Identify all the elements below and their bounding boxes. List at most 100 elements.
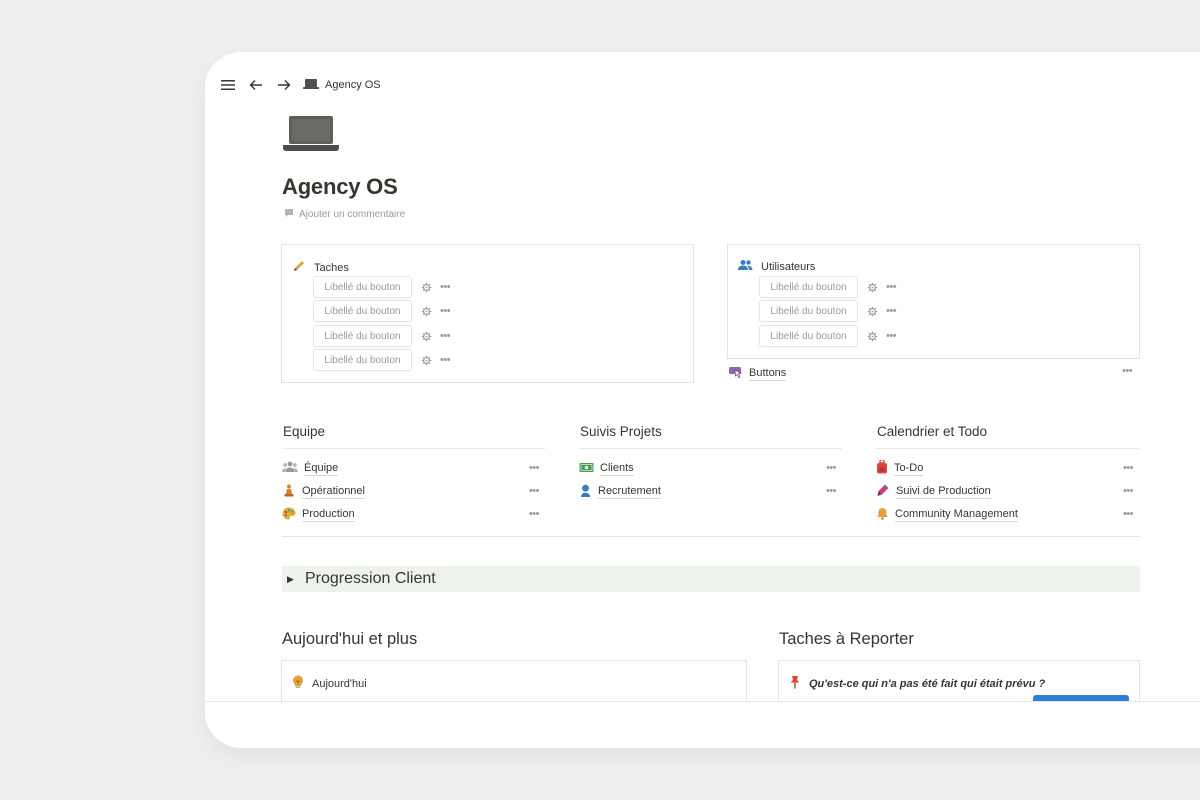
triangle-right-icon[interactable]: ▶ xyxy=(287,574,297,585)
more-icon[interactable]: ••• xyxy=(1123,463,1134,474)
more-icon[interactable]: ••• xyxy=(826,463,837,474)
gear-icon[interactable] xyxy=(420,330,432,342)
taches-callout: Taches Libellé du bouton ••• Libellé du … xyxy=(281,244,694,383)
more-icon[interactable]: ••• xyxy=(1122,366,1133,377)
aujourdhui-header: Aujourd'hui xyxy=(292,675,367,692)
action-button[interactable]: Libellé du bouton xyxy=(313,325,412,347)
backpack-icon xyxy=(876,458,888,477)
pencil-icon xyxy=(292,259,306,276)
utilisateurs-callout: Utilisateurs Libellé du bouton ••• Libel… xyxy=(727,244,1140,359)
list-item-label: Suivi de Production xyxy=(896,484,991,499)
button-row: Libellé du bouton ••• xyxy=(759,276,897,298)
action-button[interactable]: Libellé du bouton xyxy=(313,300,412,322)
list-item[interactable]: Recrutement ••• xyxy=(579,480,842,503)
top-bar: Agency OS xyxy=(219,76,381,94)
back-arrow-icon[interactable] xyxy=(247,76,265,94)
gear-icon[interactable] xyxy=(866,305,878,317)
banknote-icon xyxy=(579,462,594,476)
laptop-icon xyxy=(303,78,319,93)
list-item[interactable]: Opérationnel ••• xyxy=(282,480,545,503)
list-item-label: Clients xyxy=(600,461,634,476)
list-item-label: Recrutement xyxy=(598,484,661,499)
menu-icon[interactable] xyxy=(219,76,237,94)
more-icon[interactable]: ••• xyxy=(1123,486,1134,497)
gear-icon[interactable] xyxy=(420,354,432,366)
app-window: Agency OS Agency OS Ajouter un commentai… xyxy=(205,52,1200,748)
laptop-icon xyxy=(283,114,339,154)
aujourdhui-callout: Aujourd'hui xyxy=(281,660,747,702)
more-icon[interactable]: ••• xyxy=(1123,509,1134,520)
column-calendrier-todo: Calendrier et Todo To-Do ••• Suivi de Pr… xyxy=(876,424,1139,526)
taches-header: Taches xyxy=(292,259,349,276)
list-item[interactable]: Clients ••• xyxy=(579,457,842,480)
utilisateurs-header: Utilisateurs xyxy=(738,259,815,274)
button-row: Libellé du bouton ••• xyxy=(313,276,451,298)
buttons-page-link[interactable]: Buttons xyxy=(729,366,787,381)
more-icon[interactable]: ••• xyxy=(440,354,451,366)
marker-icon xyxy=(876,483,890,500)
more-icon[interactable]: ••• xyxy=(440,305,451,317)
list-item[interactable]: Équipe ••• xyxy=(282,457,545,480)
lightbulb-icon xyxy=(292,675,304,692)
person-icon xyxy=(579,484,592,500)
more-icon[interactable]: ••• xyxy=(886,305,897,317)
forward-arrow-icon[interactable] xyxy=(275,76,293,94)
column-suivis-projets: Suivis Projets Clients ••• Recrutement •… xyxy=(579,424,842,503)
list-item[interactable]: Community Management ••• xyxy=(876,503,1139,526)
users-icon xyxy=(738,259,753,274)
breadcrumb-title: Agency OS xyxy=(325,79,381,91)
button-row: Libellé du bouton ••• xyxy=(759,300,897,322)
reporter-question: Qu'est-ce qui n'a pas été fait qui était… xyxy=(809,677,1046,690)
reporter-header: Qu'est-ce qui n'a pas été fait qui était… xyxy=(789,675,1045,692)
list-item[interactable]: Production ••• xyxy=(282,503,545,526)
more-icon[interactable]: ••• xyxy=(529,463,540,474)
column-equipe: Equipe Équipe ••• Opérationnel ••• Produ… xyxy=(282,424,545,526)
button-row: Libellé du bouton ••• xyxy=(759,325,897,347)
toggle-label: Progression Client xyxy=(305,570,436,587)
add-comment-label: Ajouter un commentaire xyxy=(299,209,406,220)
more-icon[interactable]: ••• xyxy=(529,509,540,520)
list-item-label: Community Management xyxy=(895,507,1018,522)
more-icon[interactable]: ••• xyxy=(886,330,897,342)
more-icon[interactable]: ••• xyxy=(826,486,837,497)
reporter-callout: Qu'est-ce qui n'a pas été fait qui était… xyxy=(778,660,1140,702)
list-item-label: Équipe xyxy=(304,461,339,476)
utilisateurs-title: Utilisateurs xyxy=(761,260,816,273)
taches-title: Taches xyxy=(314,261,349,274)
section-heading: Taches à Reporter xyxy=(779,630,914,648)
more-icon[interactable]: ••• xyxy=(529,486,540,497)
more-icon[interactable]: ••• xyxy=(440,281,451,293)
column-title: Calendrier et Todo xyxy=(876,424,1139,449)
pushpin-icon xyxy=(789,675,801,692)
section-heading: Aujourd'hui et plus xyxy=(282,630,418,648)
team-icon xyxy=(282,461,298,476)
action-button[interactable]: Libellé du bouton xyxy=(313,349,412,371)
breadcrumb[interactable]: Agency OS xyxy=(303,78,381,93)
action-button[interactable]: Libellé du bouton xyxy=(759,276,858,298)
page-title: Agency OS xyxy=(282,174,398,199)
action-button[interactable]: Libellé du bouton xyxy=(759,300,858,322)
action-button[interactable]: Libellé du bouton xyxy=(313,276,412,298)
aujourdhui-title: Aujourd'hui xyxy=(312,677,367,690)
add-comment[interactable]: Ajouter un commentaire xyxy=(284,208,405,221)
gear-icon[interactable] xyxy=(866,330,878,342)
gear-icon[interactable] xyxy=(866,281,878,293)
list-item[interactable]: To-Do ••• xyxy=(876,457,1139,480)
toggle-progression-client[interactable]: ▶ Progression Client xyxy=(282,566,1140,592)
frame-bottom-edge xyxy=(205,701,1200,702)
list-item-label: Opérationnel xyxy=(302,484,365,499)
bell-icon xyxy=(876,507,889,523)
action-button[interactable]: Libellé du bouton xyxy=(759,325,858,347)
page-content: Agency OS Agency OS Ajouter un commentai… xyxy=(205,52,1200,702)
gear-icon[interactable] xyxy=(420,281,432,293)
list-item-label: Production xyxy=(302,507,355,522)
column-title: Suivis Projets xyxy=(579,424,842,449)
list-item[interactable]: Suivi de Production ••• xyxy=(876,480,1139,503)
more-icon[interactable]: ••• xyxy=(886,281,897,293)
more-icon[interactable]: ••• xyxy=(440,330,451,342)
cursor-click-icon xyxy=(729,366,743,381)
gear-icon[interactable] xyxy=(420,305,432,317)
comment-icon xyxy=(284,208,294,221)
list-item-label: To-Do xyxy=(894,461,924,476)
palette-icon xyxy=(282,507,296,523)
